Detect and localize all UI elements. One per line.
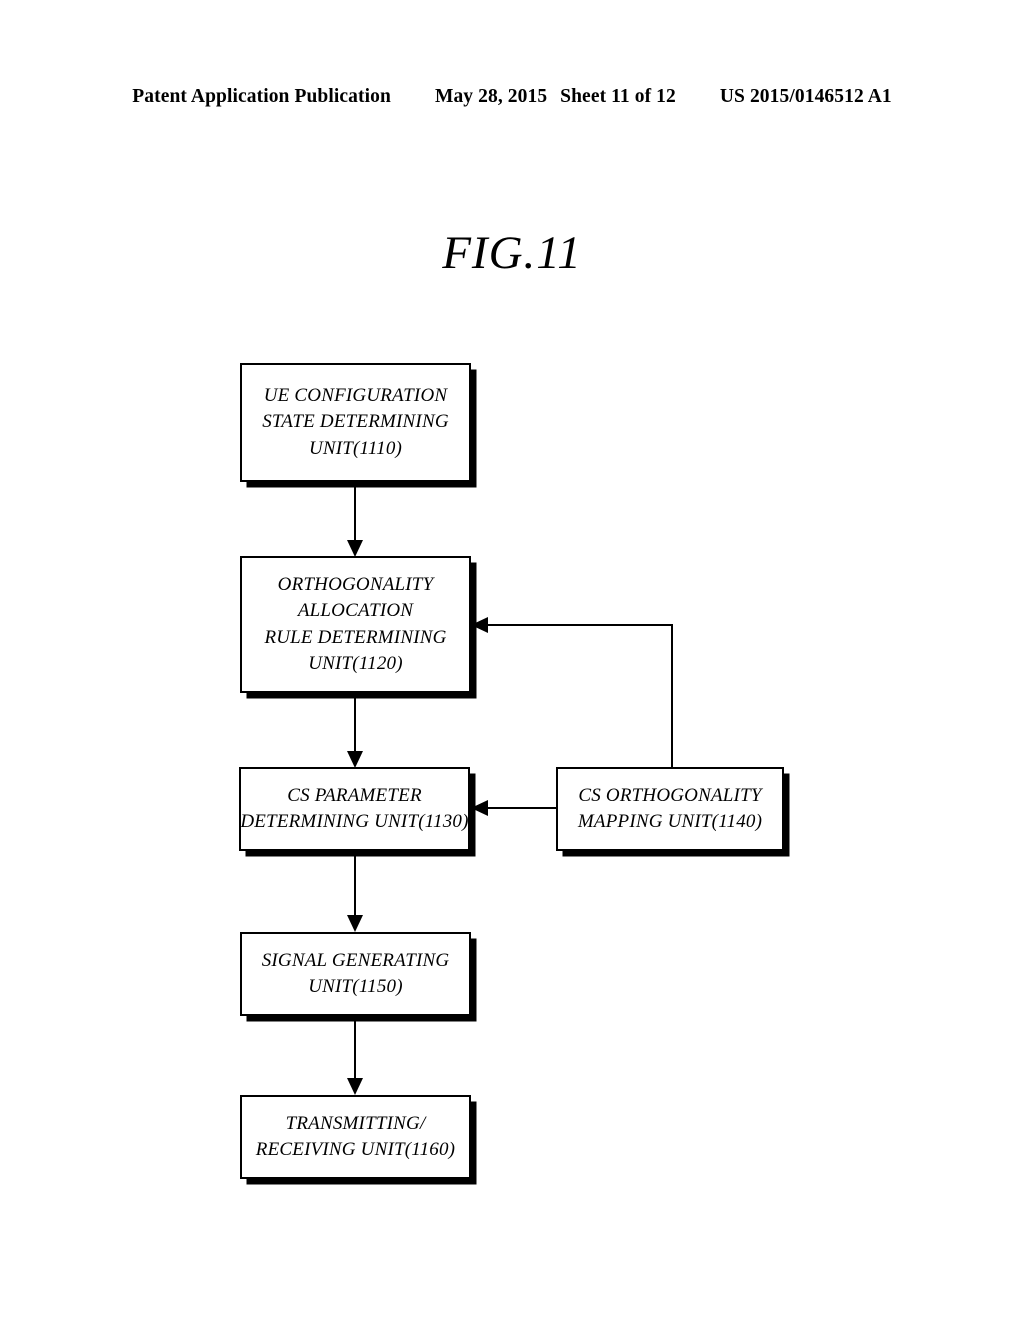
node-ue-configuration-state-determining-unit: UE CONFIGURATION STATE DETERMINING UNIT(… xyxy=(240,363,471,482)
edge-1120-to-1130-line xyxy=(354,693,357,753)
node-line: CS PARAMETER xyxy=(287,784,422,806)
edge-1140-to-1120-horizontal-segment xyxy=(487,624,673,627)
node-cs-parameter-determining-unit: CS PARAMETER DETERMINING UNIT(1130) xyxy=(239,767,470,851)
edge-1150-to-1160-line xyxy=(354,1016,357,1079)
arrow-left-icon xyxy=(471,800,488,816)
node-signal-generating-unit: SIGNAL GENERATING UNIT(1150) xyxy=(240,932,471,1016)
node-line: ALLOCATION xyxy=(297,600,414,622)
node-line: UNIT(1150) xyxy=(308,976,403,997)
node-line: RECEIVING UNIT(1160) xyxy=(255,1139,456,1160)
node-orthogonality-allocation-rule-determining-unit: ORTHOGONALITY ALLOCATION RULE DETERMININ… xyxy=(240,556,471,693)
node-line: SIGNAL GENERATING xyxy=(261,949,450,971)
arrow-down-icon xyxy=(347,540,363,557)
node-line: UNIT(1120) xyxy=(308,652,403,674)
node-line: TRANSMITTING/ xyxy=(285,1112,426,1134)
arrow-down-icon xyxy=(347,1078,363,1095)
node-cs-orthogonality-mapping-unit: CS ORTHOGONALITY MAPPING UNIT(1140) xyxy=(556,767,784,851)
node-line: UE CONFIGURATION xyxy=(263,385,448,407)
node-line: DETERMINING UNIT(1130) xyxy=(240,811,469,832)
node-line: ORTHOGONALITY xyxy=(277,574,434,596)
node-transmitting-receiving-unit: TRANSMITTING/ RECEIVING UNIT(1160) xyxy=(240,1095,471,1179)
node-line: CS ORTHOGONALITY xyxy=(578,784,762,806)
node-line: STATE DETERMINING xyxy=(262,411,449,433)
edge-1140-to-1130-line xyxy=(487,807,557,810)
arrow-down-icon xyxy=(347,915,363,932)
edge-1140-to-1120-vertical-segment xyxy=(671,624,674,769)
node-line: RULE DETERMINING xyxy=(264,626,447,648)
arrow-left-icon xyxy=(471,617,488,633)
arrow-down-icon xyxy=(347,751,363,768)
node-line: MAPPING UNIT(1140) xyxy=(577,811,763,832)
edge-1110-to-1120-line xyxy=(354,482,357,542)
flowchart-diagram: UE CONFIGURATION STATE DETERMINING UNIT(… xyxy=(0,0,1024,1320)
edge-1130-to-1150-line xyxy=(354,851,357,916)
node-line: UNIT(1110) xyxy=(308,437,403,459)
